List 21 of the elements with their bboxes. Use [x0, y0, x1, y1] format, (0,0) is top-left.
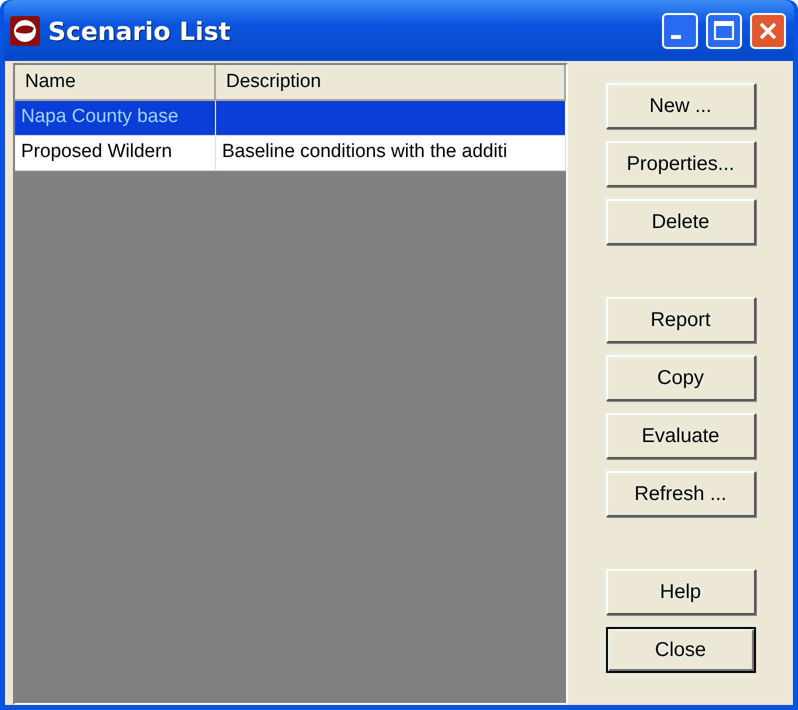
table-row[interactable]: Napa County base — [15, 101, 566, 136]
action-button[interactable]: Copy — [606, 355, 756, 401]
action-button[interactable]: Report — [606, 297, 756, 343]
close-button[interactable]: Close — [606, 627, 756, 673]
action-button[interactable]: Evaluate — [606, 413, 756, 459]
close-icon[interactable] — [750, 13, 786, 49]
app-icon — [10, 16, 40, 46]
table-cell: Napa County base — [21, 106, 178, 127]
action-button[interactable]: Properties... — [606, 141, 756, 187]
table-cell: Baseline conditions with the additi — [222, 141, 508, 162]
action-button[interactable]: Refresh ... — [606, 471, 756, 517]
action-button[interactable]: Help — [606, 569, 756, 615]
column-header[interactable]: Name — [15, 65, 216, 101]
minimize-icon[interactable] — [662, 13, 698, 49]
table-row[interactable]: Proposed Wildern Baseline conditions with the additi — [15, 136, 566, 171]
maximize-icon[interactable] — [706, 13, 742, 49]
window-title: Scenario List — [48, 16, 232, 46]
table-cell: Proposed Wildern — [21, 141, 172, 162]
action-button[interactable]: New ... — [606, 83, 756, 129]
column-header[interactable]: Description — [216, 65, 566, 101]
action-button[interactable]: Delete — [606, 199, 756, 245]
